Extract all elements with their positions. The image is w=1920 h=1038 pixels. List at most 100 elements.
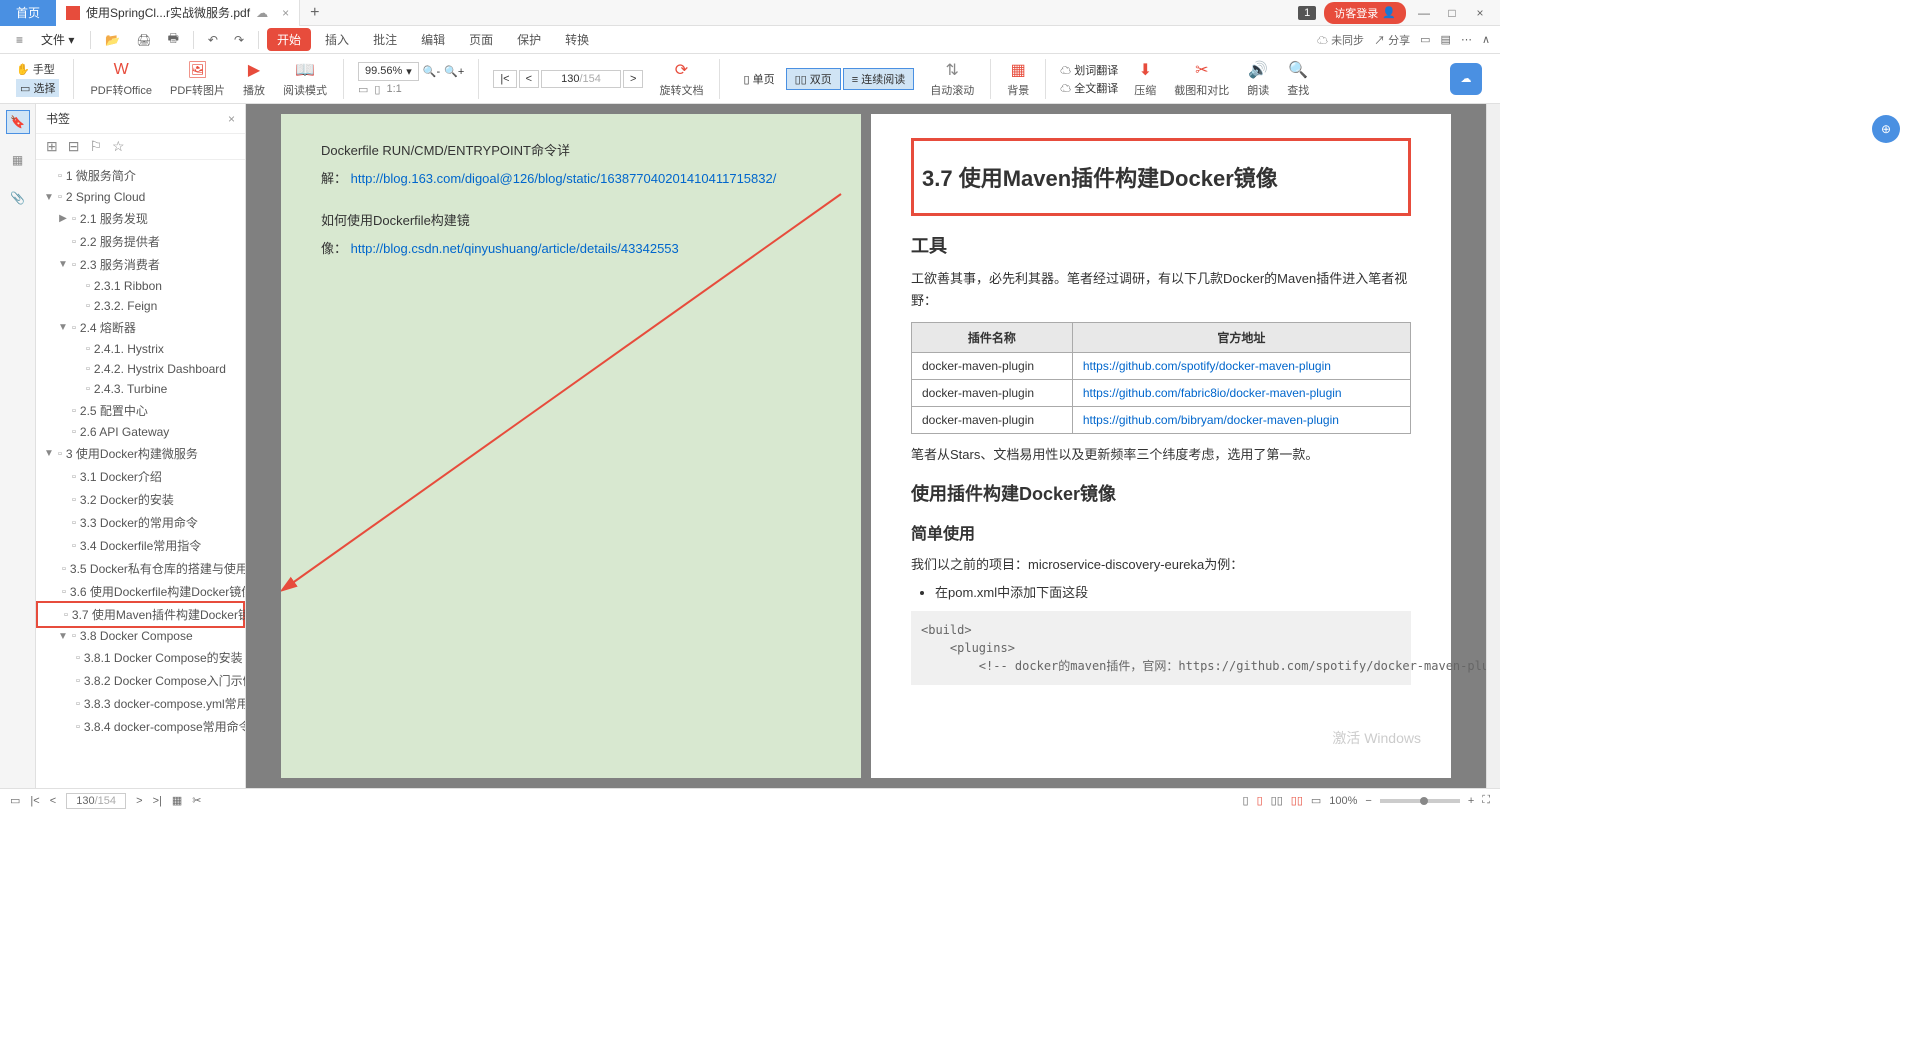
home-tab[interactable]: 首页 xyxy=(0,0,56,26)
sb-next-icon[interactable]: > xyxy=(136,795,142,807)
bookmark-item[interactable]: ▼▫2.4 熔断器 xyxy=(36,316,245,339)
bookmark-item[interactable]: ▫2.4.2. Hystrix Dashboard xyxy=(36,359,245,379)
tab-annotate[interactable]: 批注 xyxy=(363,28,407,51)
sb-view1-icon[interactable]: ▯ xyxy=(1243,794,1249,807)
compress-button[interactable]: ⬇压缩 xyxy=(1126,58,1164,100)
plugin-link[interactable]: https://github.com/bibryam/docker-maven-… xyxy=(1083,413,1339,427)
menu-more-icon[interactable]: ⋯ xyxy=(1461,33,1472,46)
page-number-input[interactable]: 130/154 xyxy=(541,70,621,88)
zoom-out-icon[interactable]: 🔍- xyxy=(423,65,440,78)
link-csdn[interactable]: http://blog.csdn.net/qinyushuang/article… xyxy=(351,241,679,256)
tab-protect[interactable]: 保护 xyxy=(507,28,551,51)
bm-star-icon[interactable]: ☆ xyxy=(112,138,125,155)
next-page-icon[interactable]: > xyxy=(623,70,643,88)
link-blog163[interactable]: http://blog.163.com/digoal@126/blog/stat… xyxy=(351,171,777,186)
bookmark-item[interactable]: ▫2.3.1 Ribbon xyxy=(36,276,245,296)
close-panel-icon[interactable]: × xyxy=(228,112,235,126)
select-tool[interactable]: ▭ 选择 xyxy=(16,79,59,97)
bookmark-item[interactable]: ▫1 微服务简介 xyxy=(36,164,245,187)
print-icon[interactable]: 🖶 xyxy=(162,27,185,52)
sb-first-icon[interactable]: |< xyxy=(30,795,39,807)
close-tab-icon[interactable]: × xyxy=(282,6,289,20)
autoscroll-button[interactable]: ⇅自动滚动 xyxy=(922,58,982,100)
sb-view4-icon[interactable]: ▯▯ xyxy=(1291,794,1303,807)
double-page-button[interactable]: ▯▯ 双页 xyxy=(786,68,841,90)
vertical-scrollbar[interactable] xyxy=(1486,104,1500,788)
tab-insert[interactable]: 插入 xyxy=(315,28,359,51)
read-mode[interactable]: 📖阅读模式 xyxy=(275,58,335,100)
menu-list-icon[interactable]: ▤ xyxy=(1441,33,1451,46)
close-window-icon[interactable]: × xyxy=(1470,6,1490,20)
bookmark-item[interactable]: ▼▫3 使用Docker构建微服务 xyxy=(36,442,245,465)
bookmark-item[interactable]: ▼▫3.8 Docker Compose xyxy=(36,626,245,646)
share-button[interactable]: ↗ 分享 xyxy=(1374,32,1410,48)
bookmark-item[interactable]: ▫3.2 Docker的安装 xyxy=(36,488,245,511)
bookmark-item[interactable]: ▫3.1 Docker介绍 xyxy=(36,465,245,488)
bookmark-item[interactable]: ▫3.4 Dockerfile常用指令 xyxy=(36,534,245,557)
bookmark-item[interactable]: ▫3.7 使用Maven插件构建Docker镜像 xyxy=(38,603,243,626)
bookmark-item[interactable]: ▫3.3 Docker的常用命令 xyxy=(36,511,245,534)
thumbnail-panel-icon[interactable]: ▦ xyxy=(6,148,30,172)
tab-page[interactable]: 页面 xyxy=(459,28,503,51)
sb-view2-icon[interactable]: ▯ xyxy=(1257,794,1263,807)
sb-view5-icon[interactable]: ▭ xyxy=(1311,794,1321,807)
bookmark-item[interactable]: ▫2.4.3. Turbine xyxy=(36,379,245,399)
file-tab[interactable]: 使用SpringCl...r实战微服务.pdf ☁ × xyxy=(56,0,300,26)
fit-page-icon[interactable]: ▯ xyxy=(374,83,380,96)
bookmark-item[interactable]: ▫2.4.1. Hystrix xyxy=(36,339,245,359)
find-button[interactable]: 🔍查找 xyxy=(1279,58,1317,100)
screenshot-button[interactable]: ✂截图和对比 xyxy=(1166,58,1237,100)
bookmark-panel-icon[interactable]: 🔖 xyxy=(6,110,30,134)
prev-page-icon[interactable]: < xyxy=(519,70,539,88)
save-icon[interactable]: 🖨 xyxy=(130,31,157,49)
zoom-slider[interactable] xyxy=(1380,799,1460,803)
play-button[interactable]: ▶播放 xyxy=(235,58,273,100)
bookmark-item[interactable]: ▫2.2 服务提供者 xyxy=(36,230,245,253)
bookmark-item[interactable]: ▫3.8.4 docker-compose常用命令 xyxy=(36,715,245,738)
bookmark-item[interactable]: ▫2.3.2. Feign xyxy=(36,296,245,316)
continuous-button[interactable]: ≡ 连续阅读 xyxy=(843,68,914,90)
bm-flag-icon[interactable]: ⚐ xyxy=(89,138,102,155)
sb-fullscreen-icon[interactable]: ⛶ xyxy=(1482,794,1490,807)
document-view[interactable]: Dockerfile RUN/CMD/ENTRYPOINT命令详 解： http… xyxy=(246,104,1486,788)
file-menu[interactable]: 文件 ▾ xyxy=(33,29,82,50)
hamburger-icon[interactable]: ≡ xyxy=(10,31,29,49)
float-action-button[interactable]: ⊕ xyxy=(1872,115,1900,143)
sync-status[interactable]: ☁ 未同步 xyxy=(1317,32,1364,48)
open-icon[interactable]: 📂 xyxy=(99,31,126,49)
bookmark-item[interactable]: ▼▫2.3 服务消费者 xyxy=(36,253,245,276)
bookmark-item[interactable]: ▫3.6 使用Dockerfile构建Docker镜像 xyxy=(36,580,245,603)
zoom-in-icon[interactable]: 🔍+ xyxy=(444,65,464,78)
actual-size-icon[interactable]: 1:1 xyxy=(386,83,401,96)
sb-prev-icon[interactable]: < xyxy=(50,795,56,807)
undo-icon[interactable]: ↶ xyxy=(202,31,224,49)
plugin-link[interactable]: https://github.com/fabric8io/docker-mave… xyxy=(1083,386,1342,400)
pdf-to-office[interactable]: WPDF转Office xyxy=(82,58,160,100)
full-translate[interactable]: ☁ 全文翻译 xyxy=(1060,80,1118,96)
bookmark-item[interactable]: ▫3.8.2 Docker Compose入门示例 xyxy=(36,669,245,692)
collapse-all-icon[interactable]: ⊟ xyxy=(68,138,80,155)
menu-chevron-icon[interactable]: ∧ xyxy=(1482,33,1490,46)
menu-square-icon[interactable]: ▭ xyxy=(1420,33,1430,46)
tab-edit[interactable]: 编辑 xyxy=(411,28,455,51)
bookmark-item[interactable]: ▫3.8.1 Docker Compose的安装 xyxy=(36,646,245,669)
read-aloud-button[interactable]: 🔊朗读 xyxy=(1239,58,1277,100)
cloud-button[interactable]: ☁ xyxy=(1450,63,1482,95)
rotate-button[interactable]: ⟳旋转文档 xyxy=(651,58,711,100)
hand-tool[interactable]: ✋ 手型 xyxy=(16,61,55,77)
expand-all-icon[interactable]: ⊞ xyxy=(46,138,58,155)
bookmark-item[interactable]: ▫3.5 Docker私有仓库的搭建与使用 xyxy=(36,557,245,580)
tab-start[interactable]: 开始 xyxy=(267,28,311,51)
bookmark-item[interactable]: ▫2.5 配置中心 xyxy=(36,399,245,422)
bookmark-item[interactable]: ▫3.8.3 docker-compose.yml常用命令 xyxy=(36,692,245,715)
sb-panel-icon[interactable]: ▭ xyxy=(10,794,20,807)
maximize-icon[interactable]: □ xyxy=(1442,6,1462,20)
sb-zoom-in-icon[interactable]: + xyxy=(1468,795,1474,807)
sb-crop-icon[interactable]: ✂ xyxy=(192,794,201,807)
sb-zoom-out-icon[interactable]: − xyxy=(1365,795,1371,807)
sb-view3-icon[interactable]: ▯▯ xyxy=(1271,794,1283,807)
bookmark-item[interactable]: ▶▫2.1 服务发现 xyxy=(36,207,245,230)
plugin-link[interactable]: https://github.com/spotify/docker-maven-… xyxy=(1083,359,1331,373)
redo-icon[interactable]: ↷ xyxy=(228,31,250,49)
sb-thumb-icon[interactable]: ▦ xyxy=(172,794,182,807)
